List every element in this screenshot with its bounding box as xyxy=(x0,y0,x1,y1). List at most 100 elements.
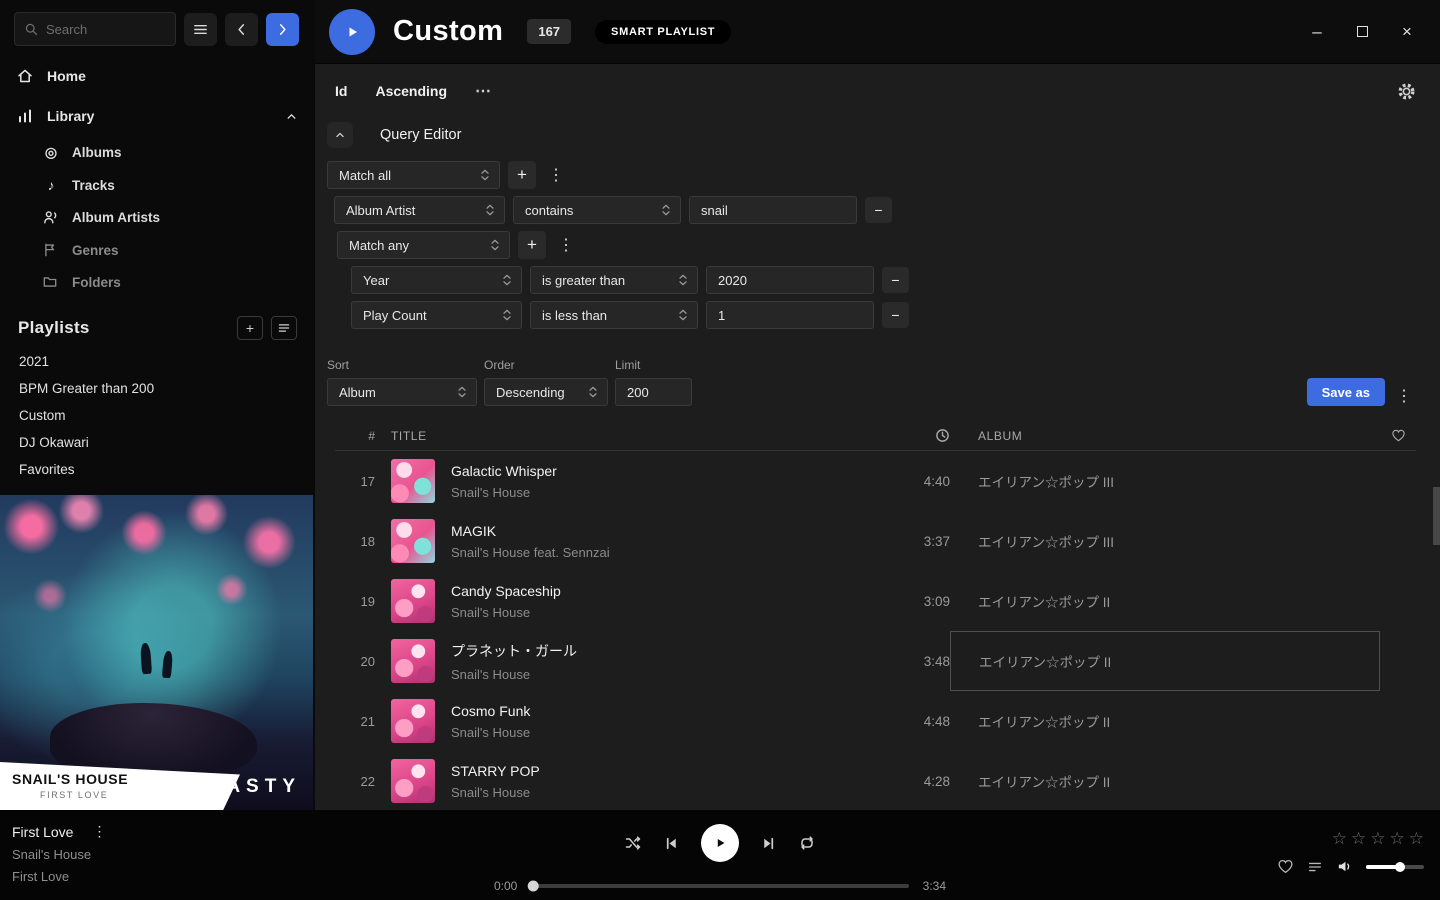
play-playlist-button[interactable] xyxy=(329,9,375,55)
remove-rule-button[interactable]: − xyxy=(865,197,892,223)
close-button[interactable]: × xyxy=(1398,23,1416,41)
rule-field-select[interactable]: Play Count xyxy=(351,301,522,329)
now-playing-cover-art[interactable]: SNAIL'S HOUSE FIRST LOVE TASTY xyxy=(0,495,313,810)
repeat-button[interactable] xyxy=(798,834,816,852)
rule-operator-select[interactable]: is greater than xyxy=(530,266,698,294)
duration-column-icon[interactable] xyxy=(935,428,950,443)
remove-rule-button[interactable]: − xyxy=(882,267,909,293)
limit-input[interactable] xyxy=(615,378,692,406)
rule-field-select[interactable]: Year xyxy=(351,266,522,294)
settings-button[interactable] xyxy=(1397,82,1416,101)
shuffle-button[interactable] xyxy=(624,834,642,852)
column-album[interactable]: ALBUM xyxy=(950,429,1380,443)
playlist-item[interactable]: Custom xyxy=(0,402,315,429)
play-pause-button[interactable] xyxy=(701,824,739,862)
progress-section: 0:00 3:34 xyxy=(494,879,946,893)
star-icon[interactable]: ☆ xyxy=(1370,829,1385,849)
rating-stars[interactable]: ☆☆☆☆☆ xyxy=(1332,829,1424,849)
rule-value-input[interactable] xyxy=(706,301,874,329)
sidebar-item-albums[interactable]: ◎ Albums xyxy=(0,136,315,169)
queue-button[interactable] xyxy=(1307,859,1323,875)
sort-select[interactable]: Album xyxy=(327,378,477,406)
next-track-button[interactable] xyxy=(760,835,777,852)
more-options-button[interactable]: ⋯ xyxy=(475,81,492,101)
sort-field-button[interactable]: Id xyxy=(335,83,347,99)
playlist-item[interactable]: 2021 xyxy=(0,348,315,375)
track-duration: 4:48 xyxy=(924,714,950,729)
scrollbar-thumb[interactable] xyxy=(1433,487,1440,545)
add-playlist-button[interactable]: + xyxy=(237,316,263,340)
track-album[interactable]: エイリアン☆ポップ II xyxy=(950,691,1380,751)
select-value: Album xyxy=(339,385,376,400)
previous-track-button[interactable] xyxy=(663,835,680,852)
volume-handle[interactable] xyxy=(1395,862,1405,872)
match-mode-select[interactable]: Match all xyxy=(327,161,500,189)
rule-operator-select[interactable]: contains xyxy=(513,196,681,224)
track-album[interactable]: エイリアン☆ポップ II xyxy=(950,631,1380,691)
star-icon[interactable]: ☆ xyxy=(1409,829,1424,849)
chevron-up-icon[interactable] xyxy=(284,109,299,124)
seek-bar[interactable] xyxy=(531,884,908,888)
star-icon[interactable]: ☆ xyxy=(1351,829,1366,849)
table-row[interactable]: 18 MAGIK Snail's House feat. Sennzai 3:3… xyxy=(335,511,1416,571)
search-input[interactable] xyxy=(46,22,166,37)
add-rule-button[interactable]: + xyxy=(508,161,536,189)
star-icon[interactable]: ☆ xyxy=(1390,829,1405,849)
player-right-controls xyxy=(1277,858,1424,875)
query-menu-button[interactable]: ⋮ xyxy=(1392,386,1416,406)
rule-value-input[interactable] xyxy=(706,266,874,294)
star-icon[interactable]: ☆ xyxy=(1332,829,1347,849)
sidebar-item-home[interactable]: Home xyxy=(0,56,315,96)
playlist-item[interactable]: BPM Greater than 200 xyxy=(0,375,315,402)
rule-operator-select[interactable]: is less than xyxy=(530,301,698,329)
column-index[interactable]: # xyxy=(335,429,375,443)
add-rule-button[interactable]: + xyxy=(518,231,546,259)
track-number: 22 xyxy=(335,774,375,789)
track-album[interactable]: エイリアン☆ポップ III xyxy=(950,511,1380,571)
table-row[interactable]: 19 Candy Spaceship Snail's House 3:09 エイ… xyxy=(335,571,1416,631)
sidebar-item-library[interactable]: Library xyxy=(0,96,315,136)
collapse-query-editor-button[interactable] xyxy=(327,122,353,148)
seek-handle[interactable] xyxy=(528,881,539,892)
nav-back-button[interactable] xyxy=(225,13,258,46)
volume-slider[interactable] xyxy=(1366,865,1424,869)
table-row[interactable]: 22 STARRY POP Snail's House 4:28 エイリアン☆ポ… xyxy=(335,751,1416,810)
maximize-button[interactable] xyxy=(1353,23,1371,41)
search-box[interactable] xyxy=(14,12,176,46)
save-as-button[interactable]: Save as xyxy=(1307,378,1385,406)
table-row[interactable]: 17 Galactic Whisper Snail's House 4:40 エ… xyxy=(335,451,1416,511)
rule-value-input[interactable] xyxy=(689,196,857,224)
sidebar-item-folders[interactable]: Folders xyxy=(0,266,315,298)
table-row[interactable]: 21 Cosmo Funk Snail's House 4:48 エイリアン☆ポ… xyxy=(335,691,1416,751)
rule-field-select[interactable]: Album Artist xyxy=(334,196,505,224)
table-row[interactable]: 20 プラネット・ガール Snail's House 3:48 エイリアン☆ポッ… xyxy=(335,631,1416,691)
nav-forward-button[interactable] xyxy=(266,13,299,46)
sidebar-item-genres[interactable]: Genres xyxy=(0,234,315,266)
column-title[interactable]: TITLE xyxy=(375,429,870,443)
group-match-mode-select[interactable]: Match any xyxy=(337,231,510,259)
rule-group-menu-button[interactable]: ⋮ xyxy=(544,165,568,185)
rule-group-menu-button[interactable]: ⋮ xyxy=(554,235,578,255)
track-album[interactable]: エイリアン☆ポップ II xyxy=(950,751,1380,810)
playlist-item[interactable]: Favorites xyxy=(0,456,315,483)
playlist-item[interactable]: DJ Okawari xyxy=(0,429,315,456)
playlist-options-button[interactable] xyxy=(271,316,297,340)
volume-button[interactable] xyxy=(1336,858,1353,875)
track-album[interactable]: エイリアン☆ポップ III xyxy=(950,451,1380,511)
favorite-button[interactable] xyxy=(1277,858,1294,875)
smart-playlist-badge: SMART PLAYLIST xyxy=(595,20,731,44)
sidebar-item-label: Albums xyxy=(72,145,122,160)
order-select[interactable]: Descending xyxy=(484,378,608,406)
favorite-column-icon[interactable] xyxy=(1391,428,1406,443)
now-playing-menu-button[interactable]: ⋮ xyxy=(88,823,110,840)
chevron-up-icon xyxy=(333,128,347,142)
sidebar-item-tracks[interactable]: ♪ Tracks xyxy=(0,169,315,201)
sidebar: Home Library ◎ Albums ♪ Tracks xyxy=(0,0,315,810)
track-album[interactable]: エイリアン☆ポップ II xyxy=(950,571,1380,631)
sidebar-item-album-artists[interactable]: Album Artists xyxy=(0,201,315,234)
track-title: Cosmo Funk xyxy=(451,703,530,719)
menu-button[interactable] xyxy=(184,13,217,46)
remove-rule-button[interactable]: − xyxy=(882,302,909,328)
sort-direction-button[interactable]: Ascending xyxy=(375,83,447,99)
minimize-button[interactable]: – xyxy=(1308,23,1326,41)
